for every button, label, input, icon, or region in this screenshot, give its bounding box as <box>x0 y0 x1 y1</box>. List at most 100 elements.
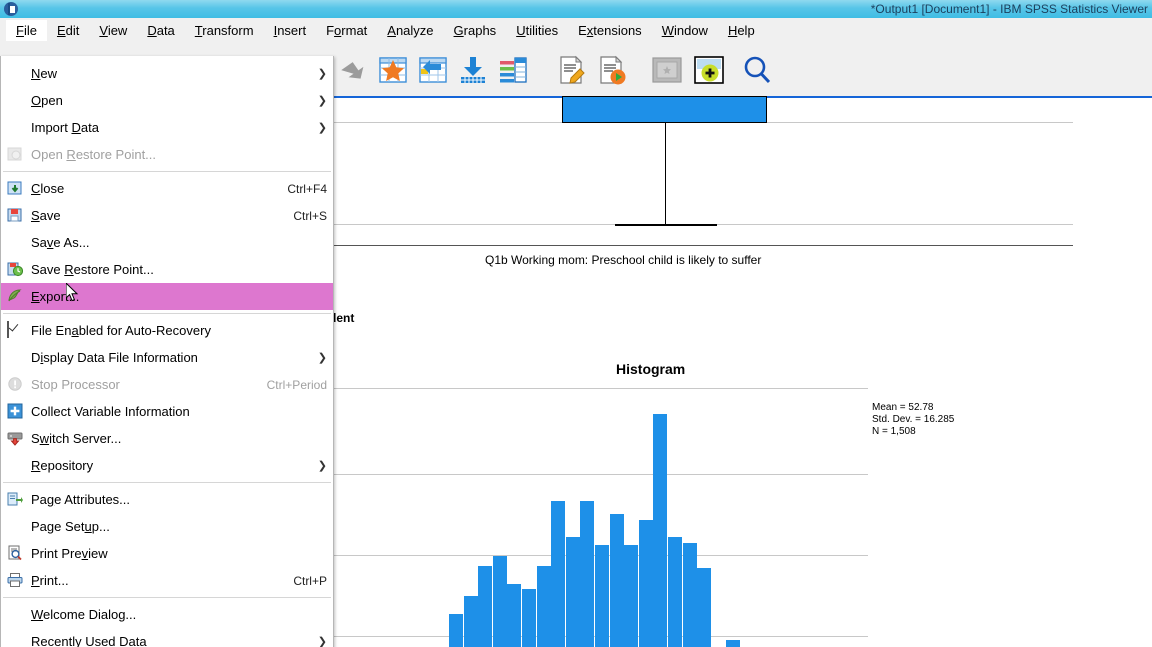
menu-separator <box>3 482 331 483</box>
histogram-bars-group <box>331 386 868 647</box>
close-window-icon <box>7 180 25 198</box>
histogram-chart[interactable] <box>331 386 1152 647</box>
edit-document-icon[interactable] <box>552 51 590 89</box>
title-bar: *Output1 [Document1] - IBM SPSS Statisti… <box>0 0 1152 18</box>
menu-item-icon-placeholder <box>7 606 25 624</box>
menubar-item-extensions[interactable]: Extensions <box>568 20 652 41</box>
file-menu-item-label: Open <box>31 93 63 108</box>
histogram-bar <box>492 555 507 647</box>
save-disk-icon <box>7 207 25 225</box>
menubar-item-window[interactable]: Window <box>652 20 718 41</box>
menu-item-icon-placeholder <box>7 234 25 252</box>
file-menu-item-label: Page Setup... <box>31 519 110 534</box>
menu-separator <box>3 171 331 172</box>
menu-item-icon-placeholder <box>7 349 25 367</box>
menubar-item-edit[interactable]: Edit <box>47 20 89 41</box>
print-preview-icon <box>7 545 25 563</box>
file-menu-item-switch-server[interactable]: Switch Server... <box>1 425 333 452</box>
histogram-bar <box>463 596 478 647</box>
chevron-right-icon: ❯ <box>317 68 327 80</box>
file-menu-item-close[interactable]: Close Ctrl+F4 <box>1 175 333 202</box>
print-icon <box>7 572 25 590</box>
zoom-search-icon[interactable] <box>738 51 776 89</box>
boxplot-chart[interactable] <box>331 96 1152 248</box>
file-menu-popup[interactable]: New ❯ Open ❯ Import Data ❯ Open Restore Point.… <box>0 56 334 647</box>
histogram-bar <box>726 639 741 647</box>
chevron-right-icon: ❯ <box>317 636 327 647</box>
file-menu-item-display-data-file-information[interactable]: Display Data File Information ❯ <box>1 344 333 371</box>
spss-statistics-viewer-window: *Output1 [Document1] - IBM SPSS Statisti… <box>0 0 1152 647</box>
file-menu-item-save-restore-point[interactable]: Save Restore Point... <box>1 256 333 283</box>
collect-variable-icon <box>7 403 25 421</box>
insert-object-icon[interactable] <box>648 51 686 89</box>
boxplot-x-axis-label: Q1b Working mom: Preschool child is like… <box>485 253 762 267</box>
histogram-bar <box>609 514 624 647</box>
chevron-right-icon: ❯ <box>317 352 327 364</box>
histogram-bar <box>536 566 551 647</box>
file-menu-item-open-restore-point: Open Restore Point... <box>1 141 333 168</box>
file-menu-item-page-setup[interactable]: Page Setup... <box>1 513 333 540</box>
menubar-item-insert[interactable]: Insert <box>264 20 317 41</box>
file-menu-item-label: Page Attributes... <box>31 492 131 507</box>
file-menu-item-welcome-dialog[interactable]: Welcome Dialog... <box>1 601 333 628</box>
file-menu-item-new[interactable]: New ❯ <box>1 60 333 87</box>
menubar-item-data[interactable]: Data <box>137 20 184 41</box>
file-menu-item-export[interactable]: Export... <box>1 283 333 310</box>
file-menu-item-open[interactable]: Open ❯ <box>1 87 333 114</box>
menu-item-icon-placeholder <box>7 457 25 475</box>
histogram-bar <box>595 544 609 647</box>
insert-image-icon[interactable] <box>690 51 728 89</box>
file-menu-item-label: Print... <box>31 573 69 588</box>
histogram-bar <box>653 414 668 647</box>
dataset-table-icon[interactable] <box>494 51 532 89</box>
menubar-item-help[interactable]: Help <box>718 20 765 41</box>
histogram-bar <box>449 613 463 647</box>
import-grid-icon[interactable] <box>414 51 452 89</box>
auto-recovery-checkbox[interactable] <box>7 320 25 340</box>
histogram-bar <box>522 588 536 647</box>
histogram-bar <box>682 542 697 647</box>
viewer-content-pane[interactable]: Q1b Working mom: Preschool child is like… <box>329 96 1152 647</box>
file-menu-item-page-attributes[interactable]: Page Attributes... <box>1 486 333 513</box>
chevron-right-icon: ❯ <box>317 122 327 134</box>
file-menu-item-repository[interactable]: Repository ❯ <box>1 452 333 479</box>
boxplot-axis-line <box>331 245 1073 246</box>
run-selection-icon[interactable] <box>334 51 372 89</box>
file-menu-item-collect-variable-information[interactable]: Collect Variable Information <box>1 398 333 425</box>
file-menu-item-stop-processor: Stop Processor Ctrl+Period <box>1 371 333 398</box>
export-download-icon[interactable] <box>454 51 492 89</box>
histogram-bar <box>507 584 522 647</box>
stop-processor-icon <box>7 376 25 394</box>
menubar-item-file[interactable]: File <box>6 20 47 41</box>
file-menu-item-print[interactable]: Print... Ctrl+P <box>1 567 333 594</box>
menubar-item-graphs[interactable]: Graphs <box>444 20 507 41</box>
file-menu-item-save-as[interactable]: Save As... <box>1 229 333 256</box>
file-menu-item-label: Recently Used Data <box>31 634 147 647</box>
menubar-item-analyze[interactable]: Analyze <box>377 20 443 41</box>
menubar-item-transform[interactable]: Transform <box>185 20 264 41</box>
chevron-right-icon: ❯ <box>317 95 327 107</box>
histogram-bar <box>638 520 653 647</box>
file-menu-item-save[interactable]: Save Ctrl+S <box>1 202 333 229</box>
favorite-star-grid-icon[interactable] <box>374 51 412 89</box>
file-menu-item-label: Stop Processor <box>31 377 120 392</box>
file-menu-item-print-preview[interactable]: Print Preview <box>1 540 333 567</box>
file-menu-item-label: Save Restore Point... <box>31 262 154 277</box>
menu-item-icon-placeholder <box>7 518 25 536</box>
menubar-item-utilities[interactable]: Utilities <box>506 20 568 41</box>
menubar-item-format[interactable]: Format <box>316 20 377 41</box>
file-menu-item-label: Display Data File Information <box>31 350 198 365</box>
menu-item-icon-placeholder <box>7 119 25 137</box>
file-menu-item-shortcut: Ctrl+Period <box>266 377 327 392</box>
file-menu-item-file-enabled-for-auto-recovery[interactable]: File Enabled for Auto-Recovery <box>1 317 333 344</box>
boxplot-lower-whisker-cap <box>615 224 717 226</box>
run-document-icon[interactable] <box>592 51 630 89</box>
file-menu-item-recently-used-data[interactable]: Recently Used Data ❯ <box>1 628 333 647</box>
menu-item-icon-placeholder <box>7 65 25 83</box>
histogram-bar <box>565 536 580 647</box>
file-menu-item-label: Close <box>31 181 65 196</box>
file-menu-item-label: Export... <box>31 289 80 304</box>
spss-logo-icon <box>3 1 19 17</box>
file-menu-item-import-data[interactable]: Import Data ❯ <box>1 114 333 141</box>
menubar-item-view[interactable]: View <box>89 20 137 41</box>
